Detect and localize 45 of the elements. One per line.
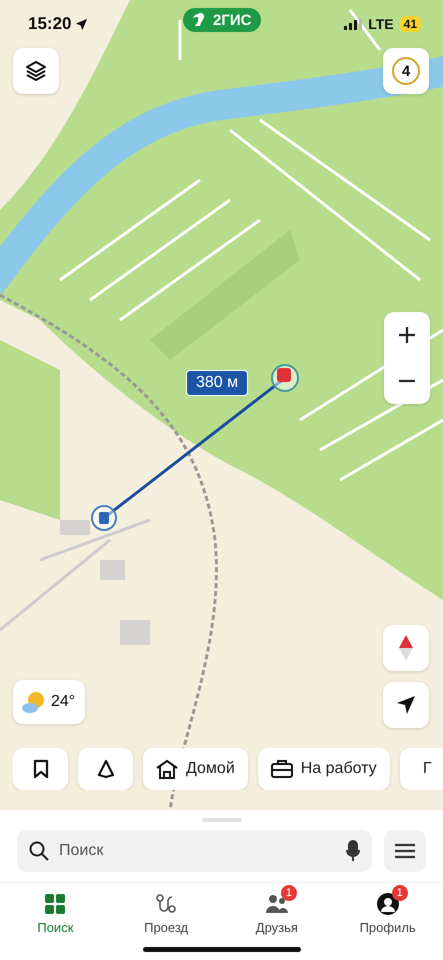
network-label: LTE (368, 16, 394, 32)
layers-button[interactable] (13, 48, 59, 94)
pyramid-button[interactable] (78, 748, 133, 790)
nav-tab[interactable]: 1 Профиль (332, 883, 443, 935)
nav-tab[interactable]: Поиск (0, 883, 111, 935)
bookmarks-button[interactable] (13, 748, 68, 790)
microphone-icon (346, 840, 360, 862)
sun-cloud-icon (21, 690, 47, 714)
search-field[interactable]: Поиск (17, 830, 372, 872)
briefcase-icon (270, 759, 293, 779)
notification-badge: 1 (392, 885, 408, 901)
weather-widget[interactable]: 24° (13, 680, 86, 724)
pyramid-icon (96, 759, 116, 779)
battery-level: 41 (400, 16, 421, 32)
plus-icon (398, 326, 416, 344)
nav-tab[interactable]: Проезд (110, 883, 222, 935)
route-icon (155, 893, 178, 915)
search-input[interactable]: Поиск (57, 841, 338, 861)
status-time: 15:20 (28, 14, 72, 34)
app-name: 2ГИС (213, 12, 252, 28)
shortcut-chip[interactable]: Г (400, 748, 443, 790)
temperature: 24° (51, 693, 76, 711)
minus-icon (398, 379, 416, 383)
traffic-level-button[interactable]: 4 (383, 48, 429, 94)
bookmark-icon (32, 759, 48, 779)
destination-marker-icon (271, 364, 299, 392)
location-arrow-icon (75, 18, 88, 30)
grid-icon (44, 893, 66, 915)
app-back-pill[interactable]: 2ГИС (183, 8, 262, 32)
layers-icon (25, 60, 47, 82)
notification-badge: 1 (280, 885, 297, 901)
start-marker-icon (91, 505, 117, 531)
compass-button[interactable] (383, 625, 429, 671)
house-icon (156, 759, 178, 779)
shortcut-chip[interactable]: Домой (143, 748, 248, 790)
menu-icon (395, 843, 415, 859)
search-icon (29, 841, 49, 861)
menu-button[interactable] (384, 830, 426, 872)
distance-label: 380 м (186, 370, 248, 396)
compass-icon (399, 635, 413, 661)
nav-tab[interactable]: 1 Друзья (222, 883, 332, 935)
shortcut-chip[interactable]: На работу (258, 748, 390, 790)
my-location-button[interactable] (383, 682, 429, 728)
signal-icon (344, 18, 362, 30)
navigation-arrow-icon (396, 695, 416, 715)
